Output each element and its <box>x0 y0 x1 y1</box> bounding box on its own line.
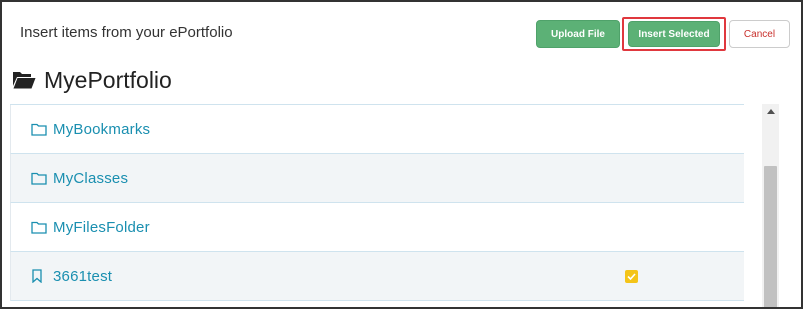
portfolio-heading: MyePortfolio <box>12 66 172 94</box>
insert-selected-button[interactable]: Insert Selected <box>628 21 720 47</box>
vertical-scrollbar[interactable] <box>762 104 779 307</box>
bookmark-icon <box>31 268 49 284</box>
portfolio-item-list: MyBookmarks MyClasses MyFilesFolder 3661… <box>10 104 744 307</box>
folder-open-icon <box>12 70 36 90</box>
folder-icon <box>31 121 49 137</box>
insert-dialog: Insert items from your ePortfolio Upload… <box>0 0 803 309</box>
dialog-title: Insert items from your ePortfolio <box>20 24 233 41</box>
cancel-button[interactable]: Cancel <box>729 20 790 48</box>
insert-selected-highlight: Insert Selected <box>622 17 726 51</box>
list-item[interactable]: MyBookmarks <box>10 105 744 154</box>
list-item[interactable]: MyClasses <box>10 154 744 203</box>
list-item-label: MyFilesFolder <box>53 218 150 236</box>
list-item[interactable]: MyFilesFolder <box>10 203 744 252</box>
scrollbar-thumb[interactable] <box>764 166 777 307</box>
list-item-label: MyClasses <box>53 169 129 187</box>
folder-icon <box>31 219 49 235</box>
upload-file-button[interactable]: Upload File <box>536 20 620 48</box>
list-item[interactable]: 3661test <box>10 252 744 301</box>
folder-icon <box>31 170 49 186</box>
list-item-label: 3661test <box>53 267 113 285</box>
list-item-label: MyBookmarks <box>53 120 151 138</box>
selected-checkbox[interactable] <box>625 270 638 283</box>
scroll-up-arrow-icon[interactable] <box>762 104 779 118</box>
portfolio-title: MyePortfolio <box>44 66 172 93</box>
